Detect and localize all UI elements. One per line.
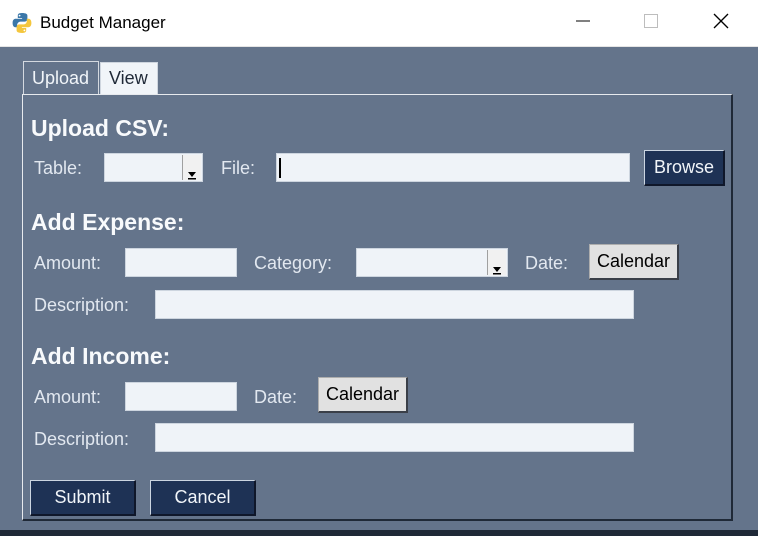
minimize-icon — [575, 13, 591, 34]
income-date-label: Date: — [254, 387, 298, 407]
cancel-button[interactable]: Cancel — [150, 480, 256, 516]
expense-description-input[interactable] — [155, 290, 634, 319]
submit-button[interactable]: Submit — [30, 480, 136, 516]
python-logo-icon — [10, 11, 34, 35]
file-label: File: — [221, 158, 256, 178]
browse-button-label: Browse — [653, 157, 715, 177]
tab-upload-label: Upload — [32, 68, 90, 88]
expense-calendar-label: Calendar — [596, 251, 671, 271]
text-cursor — [279, 158, 281, 178]
close-button[interactable] — [698, 0, 744, 46]
maximize-button[interactable] — [628, 0, 674, 46]
expense-amount-label: Amount: — [34, 253, 102, 273]
income-amount-input[interactable] — [125, 382, 237, 411]
chevron-down-icon[interactable] — [182, 155, 201, 180]
table-combobox[interactable] — [104, 153, 203, 182]
tab-view-label: View — [109, 68, 148, 88]
expense-calendar-button[interactable]: Calendar — [589, 244, 679, 280]
income-calendar-label: Calendar — [325, 384, 400, 404]
income-calendar-button[interactable]: Calendar — [318, 377, 408, 413]
chevron-down-icon[interactable] — [487, 250, 506, 275]
tab-upload[interactable]: Upload — [23, 61, 99, 95]
tab-view[interactable]: View — [100, 62, 158, 94]
close-icon — [712, 12, 730, 35]
window-title: Budget Manager — [40, 13, 166, 32]
category-combobox[interactable] — [356, 248, 508, 277]
table-label: Table: — [34, 158, 83, 178]
cancel-button-label: Cancel — [174, 487, 231, 507]
file-path-input[interactable] — [276, 153, 630, 182]
expense-date-label: Date: — [525, 253, 569, 273]
category-label: Category: — [254, 253, 333, 273]
expense-description-label: Description: — [34, 295, 130, 315]
income-description-label: Description: — [34, 429, 130, 449]
minimize-button[interactable] — [560, 0, 606, 46]
upload-csv-heading: Upload CSV: — [31, 115, 170, 141]
submit-button-label: Submit — [54, 487, 111, 507]
add-income-heading: Add Income: — [31, 343, 171, 369]
maximize-icon — [643, 13, 659, 34]
income-amount-label: Amount: — [34, 387, 102, 407]
browse-button[interactable]: Browse — [644, 150, 725, 186]
add-expense-heading: Add Expense: — [31, 209, 185, 235]
background-window-edge — [0, 530, 758, 536]
expense-amount-input[interactable] — [125, 248, 237, 277]
title-bar: Budget Manager — [0, 0, 758, 47]
income-description-input[interactable] — [155, 423, 634, 452]
